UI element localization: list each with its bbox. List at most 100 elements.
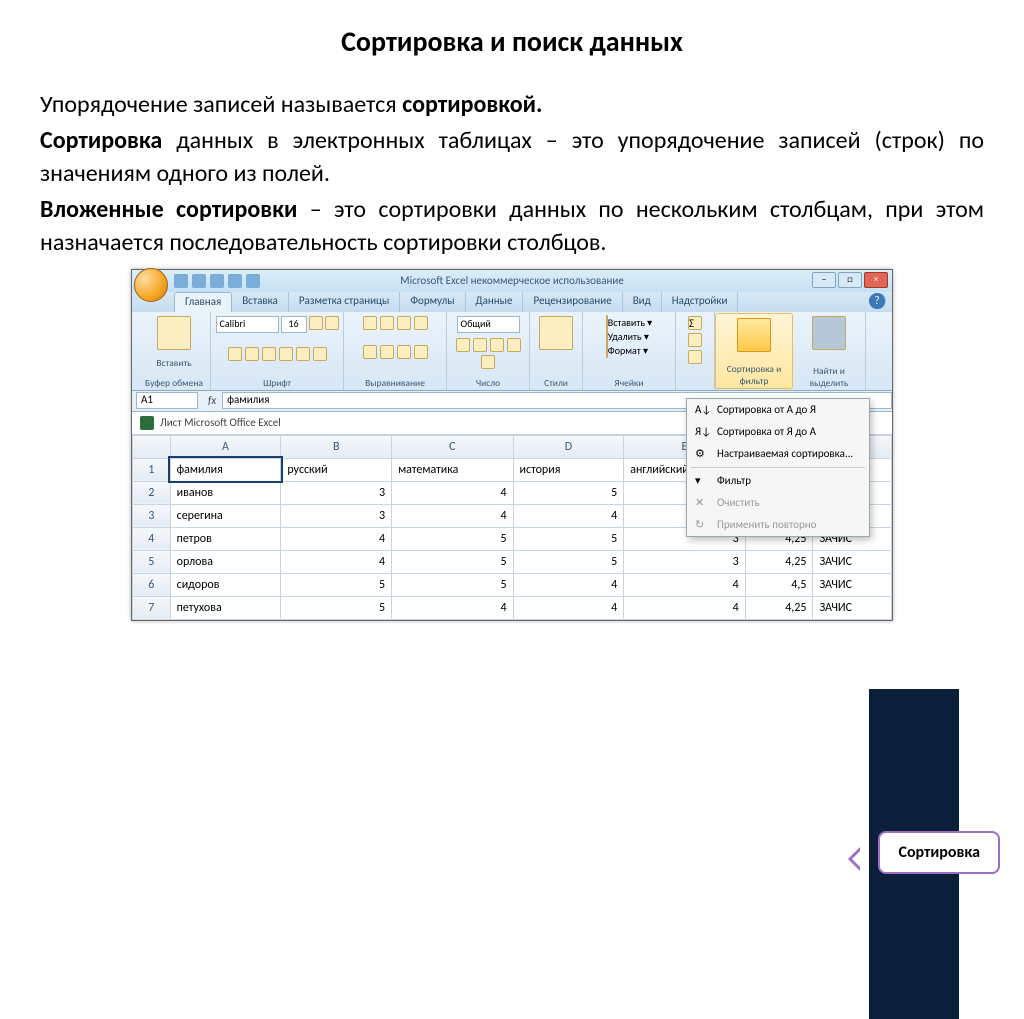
fx-icon[interactable]: fx — [202, 394, 222, 407]
menu-sort-az[interactable]: A↓Сортировка от А до Я — [687, 399, 869, 421]
excel-doc-icon — [140, 416, 154, 430]
title-bar[interactable]: Microsoft Excel некоммерческое использов… — [132, 270, 892, 292]
menu-sort-za[interactable]: Я↓Сортировка от Я до А — [687, 421, 869, 443]
tab-insert[interactable]: Вставка — [232, 292, 289, 312]
tab-view[interactable]: Вид — [623, 292, 662, 312]
underline-icon[interactable] — [262, 347, 276, 361]
fontcolor-icon[interactable] — [313, 347, 327, 361]
menu-custom-sort[interactable]: ⚙Настраиваемая сортировка... — [687, 443, 869, 465]
para2-bold: Сортировка — [40, 126, 162, 155]
font-label: Шрифт — [263, 377, 291, 389]
tab-pagelayout[interactable]: Разметка страницы — [289, 292, 401, 312]
tab-home[interactable]: Главная — [174, 292, 232, 312]
ribbon: Вставить Буфер обмена Calibri 16 — [132, 312, 892, 391]
sort-filter-label: Сортировка и фильтр — [722, 363, 786, 387]
paste-icon[interactable] — [157, 316, 191, 350]
qat-more-icon[interactable] — [246, 274, 260, 288]
close-button[interactable]: × — [864, 272, 888, 288]
comma-icon[interactable] — [490, 338, 504, 352]
ribbon-find-select-button[interactable]: Найти и выделить — [793, 312, 866, 390]
help-icon[interactable]: ? — [869, 293, 886, 309]
table-row: 5орлова45534,25ЗАЧИС — [133, 550, 892, 573]
inc-dec-icon[interactable] — [507, 338, 521, 352]
maximize-button[interactable]: □ — [838, 272, 862, 288]
fill-icon[interactable] — [688, 333, 702, 347]
para1-bold: сортировкой. — [402, 90, 542, 119]
table-row: 7петухова54444,25ЗАЧИС — [133, 596, 892, 619]
tab-data[interactable]: Данные — [466, 292, 524, 312]
bold-icon[interactable] — [228, 347, 242, 361]
align-left-icon[interactable] — [363, 345, 377, 359]
styles-icon[interactable] — [539, 316, 573, 350]
cells-delete[interactable]: Удалить ▾ — [606, 330, 649, 343]
ribbon-group-alignment: Выравнивание — [344, 312, 447, 390]
minimize-button[interactable]: – — [812, 272, 836, 288]
body-text: Упорядочение записей называется сортиров… — [40, 89, 984, 259]
col-header-C[interactable]: C — [392, 435, 513, 458]
cell[interactable]: математика — [392, 458, 513, 481]
find-icon — [812, 316, 846, 350]
tab-review[interactable]: Рецензирование — [523, 292, 622, 312]
row-header[interactable]: 1 — [133, 458, 171, 481]
col-header-B[interactable]: B — [281, 435, 392, 458]
font-size-box[interactable]: 16 — [281, 316, 307, 333]
clear-filter-icon: ✕ — [695, 496, 709, 510]
quick-access-toolbar[interactable] — [174, 274, 260, 288]
col-header-D[interactable]: D — [513, 435, 624, 458]
align-center-icon[interactable] — [380, 345, 394, 359]
ribbon-group-styles: Стили — [530, 312, 583, 390]
qat-undo-icon[interactable] — [192, 274, 206, 288]
col-header-A[interactable]: A — [170, 435, 281, 458]
cells-insert[interactable]: Вставить ▾ — [606, 316, 652, 329]
office-orb[interactable] — [134, 268, 168, 302]
name-box[interactable]: A1 — [136, 392, 198, 409]
cells-format[interactable]: Формат ▾ — [606, 344, 648, 357]
para1-text: Упорядочение записей называется — [40, 90, 402, 119]
alignment-label: Выравнивание — [365, 377, 425, 389]
autosum-icon[interactable]: Σ — [688, 316, 702, 330]
fillcolor-icon[interactable] — [296, 347, 310, 361]
menu-filter[interactable]: ▾Фильтр — [687, 470, 869, 492]
align-right-icon[interactable] — [397, 345, 411, 359]
window-title: Microsoft Excel некоммерческое использов… — [400, 274, 624, 287]
ribbon-sort-filter-button[interactable]: Сортировка и фильтр — [715, 313, 793, 389]
ribbon-group-number: Общий Число — [447, 312, 530, 390]
border-icon[interactable] — [279, 347, 293, 361]
align-mid-icon[interactable] — [380, 316, 394, 330]
qat-redo-icon[interactable] — [210, 274, 224, 288]
tab-formulas[interactable]: Формулы — [400, 292, 465, 312]
select-all-corner[interactable] — [133, 435, 171, 458]
sort-filter-menu: A↓Сортировка от А до Я Я↓Сортировка от Я… — [686, 398, 870, 537]
tab-addins[interactable]: Надстройки — [662, 292, 739, 312]
callout-bubble: Сортировка — [878, 831, 1000, 874]
excel-window: Microsoft Excel некоммерческое использов… — [131, 269, 893, 621]
qat-print-icon[interactable] — [228, 274, 242, 288]
align-bot-icon[interactable] — [397, 316, 411, 330]
font-name-box[interactable]: Calibri — [216, 316, 279, 333]
shrink-font-icon[interactable] — [325, 316, 339, 330]
grow-font-icon[interactable] — [309, 316, 323, 330]
currency-icon[interactable] — [456, 338, 470, 352]
number-format-box[interactable]: Общий — [457, 316, 520, 333]
reapply-icon: ↻ — [695, 518, 709, 532]
merge-icon[interactable] — [414, 345, 428, 359]
ribbon-group-clipboard: Вставить Буфер обмена — [138, 312, 211, 390]
menu-clear[interactable]: ✕Очистить — [687, 492, 869, 514]
custom-sort-icon: ⚙ — [695, 447, 709, 461]
table-row: 6сидоров55444,5ЗАЧИС — [133, 573, 892, 596]
align-top-icon[interactable] — [363, 316, 377, 330]
italic-icon[interactable] — [245, 347, 259, 361]
clear-icon[interactable] — [688, 350, 702, 364]
cell[interactable]: фамилия — [170, 458, 281, 481]
percent-icon[interactable] — [473, 338, 487, 352]
para3-bold: Вложенные сортировки — [40, 195, 297, 224]
ribbon-group-cells: Вставить ▾ Удалить ▾ Формат ▾ Ячейки — [583, 312, 676, 390]
cell[interactable]: история — [513, 458, 624, 481]
menu-reapply[interactable]: ↻Применить повторно — [687, 514, 869, 536]
wrap-icon[interactable] — [414, 316, 428, 330]
qat-save-icon[interactable] — [174, 274, 188, 288]
sort-za-icon: Я↓ — [695, 425, 709, 439]
cell[interactable]: русский — [281, 458, 392, 481]
ribbon-group-font: Calibri 16 Шрифт — [211, 312, 344, 390]
dec-dec-icon[interactable] — [481, 355, 495, 369]
